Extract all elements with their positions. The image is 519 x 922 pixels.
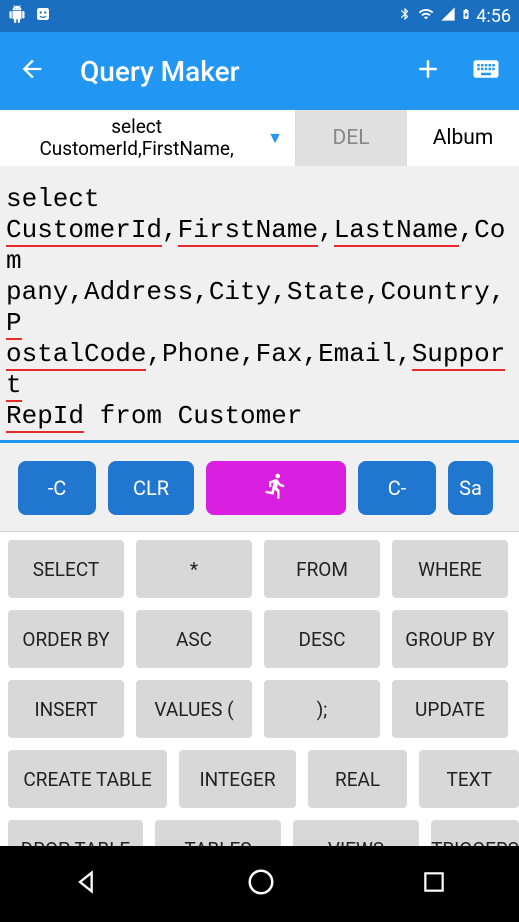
status-time: 4:56 bbox=[476, 6, 511, 27]
asc-keyword-button[interactable]: ASC bbox=[136, 610, 252, 668]
views-keyword-button[interactable]: VIEWS bbox=[293, 820, 419, 846]
clear-button[interactable]: CLR bbox=[108, 461, 194, 515]
wifi-icon bbox=[416, 6, 436, 27]
nav-bar bbox=[0, 846, 519, 922]
closeparen-keyword-button[interactable]: ); bbox=[264, 680, 380, 738]
desc-keyword-button[interactable]: DESC bbox=[264, 610, 380, 668]
delete-tab-button[interactable]: DEL bbox=[295, 110, 407, 166]
battery-icon bbox=[460, 5, 472, 28]
android-icon bbox=[8, 5, 26, 28]
where-keyword-button[interactable]: WHERE bbox=[392, 540, 508, 598]
query-dropdown[interactable]: select CustomerId,FirstName, ▼ bbox=[0, 110, 295, 166]
createtable-keyword-button[interactable]: CREATE TABLE bbox=[8, 750, 167, 808]
star-keyword-button[interactable]: * bbox=[136, 540, 252, 598]
orderby-keyword-button[interactable]: ORDER BY bbox=[8, 610, 124, 668]
keyword-grid: SELECT * FROM WHERE ORDER BY ASC DESC GR… bbox=[0, 532, 519, 846]
select-keyword-button[interactable]: SELECT bbox=[8, 540, 124, 598]
query-editor[interactable]: select CustomerId,FirstName,LastName,Com… bbox=[0, 166, 519, 443]
real-keyword-button[interactable]: REAL bbox=[308, 750, 408, 808]
run-button[interactable] bbox=[206, 461, 346, 515]
c-minus-button[interactable]: C- bbox=[358, 461, 436, 515]
page-title: Query Maker bbox=[80, 55, 385, 88]
triggers-keyword-button[interactable]: TRIGGERS bbox=[431, 820, 519, 846]
chevron-down-icon: ▼ bbox=[267, 128, 283, 148]
groupby-keyword-button[interactable]: GROUP BY bbox=[392, 610, 508, 668]
integer-keyword-button[interactable]: INTEGER bbox=[179, 750, 296, 808]
tabs-row: select CustomerId,FirstName, ▼ DEL Album bbox=[0, 110, 519, 166]
action-row: -C CLR C- Sa bbox=[0, 461, 519, 532]
keyword-row-3: INSERT VALUES ( ); UPDATE bbox=[8, 680, 519, 738]
keyword-row-5: DROP TABLE TABLES VIEWS TRIGGERS bbox=[8, 820, 519, 846]
keyword-row-1: SELECT * FROM WHERE bbox=[8, 540, 519, 598]
run-icon bbox=[262, 472, 290, 505]
album-tab[interactable]: Album bbox=[407, 110, 519, 166]
values-keyword-button[interactable]: VALUES ( bbox=[136, 680, 252, 738]
keyboard-button[interactable] bbox=[471, 54, 501, 88]
status-bar: 4:56 bbox=[0, 0, 519, 32]
tables-keyword-button[interactable]: TABLES bbox=[155, 820, 281, 846]
save-button[interactable]: Sa bbox=[448, 461, 493, 515]
insert-keyword-button[interactable]: INSERT bbox=[8, 680, 124, 738]
nav-back-button[interactable] bbox=[73, 868, 101, 900]
text-keyword-button[interactable]: TEXT bbox=[419, 750, 519, 808]
keyword-row-2: ORDER BY ASC DESC GROUP BY bbox=[8, 610, 519, 668]
add-button[interactable] bbox=[413, 54, 443, 88]
droptable-keyword-button[interactable]: DROP TABLE bbox=[8, 820, 143, 846]
bluetooth-icon bbox=[398, 5, 412, 28]
minus-c-button[interactable]: -C bbox=[18, 461, 96, 515]
app-bar: Query Maker bbox=[0, 32, 519, 110]
from-keyword-button[interactable]: FROM bbox=[264, 540, 380, 598]
signal-icon bbox=[440, 6, 456, 27]
nav-recent-button[interactable] bbox=[421, 869, 447, 899]
nav-home-button[interactable] bbox=[246, 867, 276, 901]
debug-icon bbox=[34, 5, 52, 28]
update-keyword-button[interactable]: UPDATE bbox=[392, 680, 508, 738]
keyword-row-4: CREATE TABLE INTEGER REAL TEXT bbox=[8, 750, 519, 808]
back-button[interactable] bbox=[18, 55, 46, 87]
dropdown-selected: select CustomerId,FirstName, bbox=[6, 116, 267, 160]
